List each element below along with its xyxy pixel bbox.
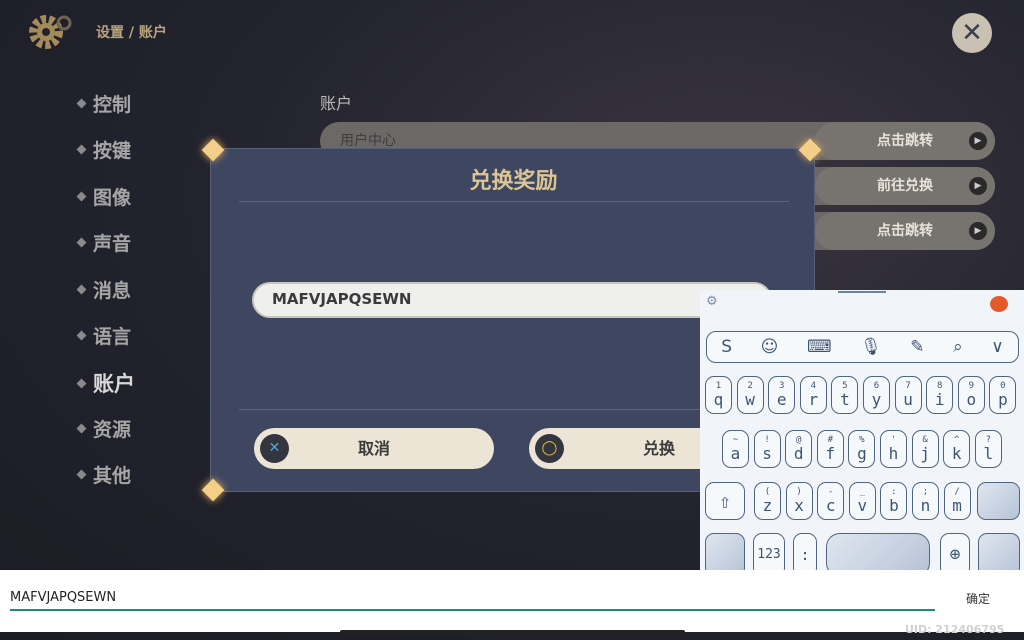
diamond-icon	[76, 423, 87, 434]
sidebar-item[interactable]: 控制	[76, 90, 198, 117]
key-q[interactable]: 1q	[705, 376, 732, 414]
shift-icon: ⇧	[718, 489, 732, 513]
microphone-icon[interactable]: 🎙	[860, 337, 882, 357]
input-underline	[10, 609, 935, 611]
sidebar-item[interactable]: 图像	[76, 183, 198, 210]
diamond-icon	[76, 98, 87, 109]
key-h[interactable]: ' h	[880, 430, 907, 468]
input-bar	[0, 570, 1024, 632]
row-action-button[interactable]: 点击跳转 ▶	[815, 122, 995, 160]
sidebar-item[interactable]: 账户	[76, 368, 198, 398]
keyboard-toolbar: S ☺ ⌨ 🎙 ✎ ⌕ ∨	[706, 331, 1019, 363]
key-s[interactable]: ! s	[753, 430, 781, 468]
redeem-code-input[interactable]: MAFVJAPQSEWN	[252, 282, 772, 318]
play-icon: ▶	[969, 177, 987, 195]
key-c[interactable]: -c	[817, 482, 845, 520]
sidebar-item[interactable]: 资源	[76, 415, 198, 442]
breadcrumb: 设置 / 账户	[96, 25, 167, 41]
diamond-icon	[76, 378, 87, 389]
close-button[interactable]: ✕	[952, 13, 992, 53]
cancel-button[interactable]: ✕ 取消	[254, 428, 494, 469]
key-o[interactable]: 9o	[957, 376, 985, 414]
diamond-icon	[76, 469, 87, 480]
diamond-icon	[76, 284, 87, 295]
key-y[interactable]: 6y	[863, 376, 890, 414]
play-icon: ▶	[969, 132, 987, 150]
shift-key[interactable]: ⇧	[705, 482, 745, 520]
sidebar-item[interactable]: 声音	[76, 229, 198, 256]
section-title: 账户	[320, 94, 353, 113]
diamond-icon	[76, 191, 87, 202]
keyboard-drag-handle[interactable]	[838, 291, 886, 293]
uid-label: UID: 212406795	[905, 623, 1005, 636]
key-l[interactable]: ? l	[974, 430, 1002, 468]
sidebar-item[interactable]: 其他	[76, 461, 198, 488]
circle-icon: ◯	[535, 434, 564, 463]
dialog-title: 兑换奖励	[469, 169, 558, 194]
search-icon[interactable]: ⌕	[953, 337, 963, 357]
x-icon: ✕	[260, 434, 289, 463]
sidebar-item[interactable]: 语言	[76, 322, 198, 349]
text-input[interactable]: MAFVJAPQSEWN	[10, 590, 116, 605]
key-t[interactable]: 5t	[831, 376, 859, 414]
row-action-button[interactable]: 点击跳转 ▶	[815, 212, 995, 250]
globe-icon: ⊕	[949, 544, 961, 565]
home-indicator[interactable]	[340, 630, 685, 634]
key-u[interactable]: 7u	[894, 376, 922, 414]
gear-icon	[29, 15, 72, 49]
key-r[interactable]: 4r	[799, 376, 827, 414]
key-f[interactable]: # f	[816, 430, 844, 468]
settings-icon[interactable]: ⚙	[706, 294, 718, 309]
key-b[interactable]: :b	[880, 482, 908, 520]
diamond-icon	[76, 330, 87, 341]
key-p[interactable]: 0p	[989, 376, 1017, 414]
chevron-down-icon[interactable]: ∨	[991, 337, 1003, 357]
key-x[interactable]: ) x	[785, 482, 813, 520]
divider	[239, 201, 789, 202]
key-z[interactable]: (z	[754, 482, 781, 520]
sidebar-item[interactable]: 消息	[76, 276, 198, 303]
diamond-icon	[76, 237, 87, 248]
key-a[interactable]: ~ a	[722, 430, 749, 468]
key-j[interactable]: & j	[911, 430, 939, 468]
row-action-button[interactable]: 前往兑换 ▶	[815, 167, 995, 205]
key-i[interactable]: 8i	[926, 376, 954, 414]
handwriting-icon[interactable]: ✎	[910, 337, 924, 357]
key-w[interactable]: 2w	[736, 376, 764, 414]
key-n[interactable]: ; n	[912, 482, 939, 520]
keyboard-icon[interactable]: ⌨	[807, 337, 832, 357]
emoji-icon[interactable]: ☺	[761, 337, 779, 357]
key-e[interactable]: 3e	[768, 376, 796, 414]
sidebar-item[interactable]: 按键	[76, 136, 198, 163]
key-k[interactable]: ^ k	[943, 430, 971, 468]
confirm-button[interactable]: 确定	[966, 590, 990, 607]
play-icon: ▶	[969, 222, 987, 240]
key-m[interactable]: / m	[943, 482, 971, 520]
diamond-icon	[76, 144, 87, 155]
key-v[interactable]: _ v	[848, 482, 876, 520]
key-g[interactable]: % g	[848, 430, 876, 468]
sogou-logo-icon[interactable]: S	[721, 337, 732, 357]
close-icon: ✕	[961, 18, 983, 48]
delete-key[interactable]	[977, 482, 1020, 520]
key-d[interactable]: @ d	[785, 430, 813, 468]
mascot-icon[interactable]	[990, 296, 1008, 312]
